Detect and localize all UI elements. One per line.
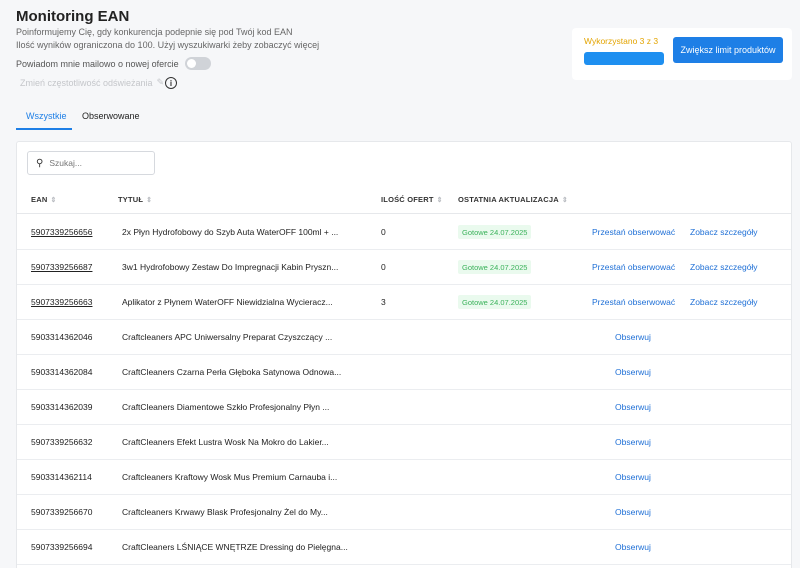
watch-link[interactable]: Obserwuj: [615, 542, 651, 552]
search-box[interactable]: ⚲: [27, 151, 155, 175]
email-notify-toggle[interactable]: [184, 57, 211, 70]
status-badge: Gotowe 24.07.2025: [458, 295, 532, 309]
watch-link[interactable]: Obserwuj: [615, 402, 651, 412]
product-title: Aplikator z Płynem WaterOFF Niewidzialna…: [122, 297, 333, 307]
page-title: Monitoring EAN: [16, 8, 130, 25]
view-details-link[interactable]: Zobacz szczegóły: [690, 297, 758, 307]
product-title: Craftcleaners Krwawy Blask Profesjonalny…: [122, 507, 328, 517]
table-header: EAN ⇕ TYTUŁ ⇕ ILOŚĆ OFERT ⇕ OSTATNIA AKTUAL…: [17, 184, 791, 214]
product-title: 3w1 Hydrofobowy Zestaw Do Impregnacji Ka…: [122, 262, 339, 272]
watch-link[interactable]: Obserwuj: [615, 367, 651, 377]
ean-code: 5907339256694: [31, 542, 93, 552]
refresh-frequency-label: Zmień częstotliwość odświeżania: [20, 77, 153, 88]
pencil-icon: ✎: [156, 77, 165, 87]
table-row: 5903314362039 CraftCleaners Diamentowe Sz…: [17, 390, 791, 425]
stop-watching-link[interactable]: Przestań obserwować: [592, 227, 675, 237]
table-row: 5903314362084 CraftCleaners Czarna Perła …: [17, 355, 791, 390]
table-row: 5907339256632 CraftCleaners Efekt Lustra …: [17, 425, 791, 460]
product-title: CraftCleaners LŚNIĄCE WNĘTRZE Dressing d…: [122, 542, 348, 552]
ean-code-link[interactable]: 5907339256656: [31, 227, 92, 237]
limit-progress-bar: [584, 52, 664, 65]
table-row: 5907339256656 2x Płyn Hydrofobowy do Szyb…: [17, 215, 791, 250]
product-limit-card: Wykorzystano 3 z 3 Zwiększ limit produkt…: [572, 28, 792, 80]
product-title: Craftcleaners Kraftowy Wosk Mus Premium …: [122, 472, 338, 482]
view-details-link[interactable]: Zobacz szczegóły: [690, 227, 758, 237]
watch-link[interactable]: Obserwuj: [615, 332, 651, 342]
page-subtitle: Poinformujemy Cię, gdy konkurencja podep…: [16, 27, 293, 37]
info-icon[interactable]: i: [165, 77, 177, 89]
table-row: 5907339256670 Craftcleaners Krwawy Blask …: [17, 495, 791, 530]
tab-watched[interactable]: Obserwowane: [82, 111, 140, 121]
search-icon: ⚲: [36, 157, 44, 169]
ean-code-link[interactable]: 5907339256663: [31, 297, 92, 307]
column-header-title[interactable]: TYTUŁ ⇕: [118, 195, 152, 204]
tab-bar: Wszystkie Obserwowane: [16, 105, 792, 130]
product-title: CraftCleaners Efekt Lustra Wosk Na Mokro…: [122, 437, 329, 447]
product-title: Craftcleaners APC Uniwersalny Preparat C…: [122, 332, 333, 342]
offer-count: 0: [381, 262, 386, 272]
results-limit-note: Ilość wyników ograniczona do 100. Użyj w…: [16, 40, 320, 50]
sort-icon: ⇕: [50, 197, 57, 204]
table-row: 5907339256663 Aplikator z Płynem WaterOFF…: [17, 285, 791, 320]
limit-usage-text: Wykorzystano 3 z 3: [584, 36, 659, 46]
table-row: 5907339256694 CraftCleaners LŚNIĄCE WNĘTR…: [17, 530, 791, 565]
limit-progress-fill: [584, 52, 664, 65]
product-title: CraftCleaners Diamentowe Szkło Profesjon…: [122, 402, 330, 412]
column-header-offers[interactable]: ILOŚĆ OFERT ⇕: [381, 195, 443, 204]
column-header-ean[interactable]: EAN ⇕: [31, 195, 57, 204]
view-details-link[interactable]: Zobacz szczegóły: [690, 262, 758, 272]
ean-table-panel: ⚲ EAN⇕ TYTUŁ⇕ ILOŚĆ OFERT⇕ OSTATNIA AKTU…: [16, 141, 792, 568]
stop-watching-link[interactable]: Przestań obserwować: [592, 297, 675, 307]
column-header-last-update[interactable]: OSTATNIA AKTUALIZACJA ⇕: [458, 195, 568, 204]
watch-link[interactable]: Obserwuj: [615, 437, 651, 447]
watch-link[interactable]: Obserwuj: [615, 472, 651, 482]
ean-code: 5903314362114: [31, 472, 92, 482]
email-notify-label: Powiadom mnie mailowo o nowej ofercie: [16, 58, 179, 69]
increase-limit-button[interactable]: Zwiększ limit produktów: [673, 37, 783, 63]
product-title: CraftCleaners Czarna Perła Głęboka Satyn…: [122, 367, 342, 377]
stop-watching-link[interactable]: Przestań obserwować: [592, 262, 675, 272]
status-badge: Gotowe 24.07.2025: [458, 260, 532, 274]
offer-count: 3: [381, 297, 386, 307]
status-badge: Gotowe 24.07.2025: [458, 225, 532, 239]
sort-icon: ⇕: [436, 197, 443, 204]
ean-code: 5903314362084: [31, 367, 93, 377]
product-title: 2x Płyn Hydrofobowy do Szyb Auta WaterOF…: [122, 227, 339, 237]
sort-icon: ⇕: [146, 197, 153, 204]
active-tab-indicator: [16, 128, 72, 130]
table-row: 5903314362114 Craftcleaners Kraftowy Wosk…: [17, 460, 791, 495]
refresh-frequency-link[interactable]: Zmień częstotliwość odświeżania ✎: [20, 77, 164, 88]
ean-code-link[interactable]: 5907339256687: [31, 262, 92, 272]
offer-count: 0: [381, 227, 386, 237]
sort-icon: ⇕: [561, 197, 568, 204]
search-input[interactable]: [49, 158, 140, 168]
ean-code: 5907339256632: [31, 437, 93, 447]
ean-code: 5903314362039: [31, 402, 93, 412]
tab-all[interactable]: Wszystkie: [26, 111, 67, 121]
watch-link[interactable]: Obserwuj: [615, 507, 651, 517]
table-row: 5907339256687 3w1 Hydrofobowy Zestaw Do I…: [17, 250, 791, 285]
table-row: 5903314362046 Craftcleaners APC Uniwersal…: [17, 320, 791, 355]
ean-code: 5907339256670: [31, 507, 93, 517]
email-notify-setting: Powiadom mnie mailowo o nowej ofercie: [16, 57, 211, 70]
ean-code: 5903314362046: [31, 332, 93, 342]
